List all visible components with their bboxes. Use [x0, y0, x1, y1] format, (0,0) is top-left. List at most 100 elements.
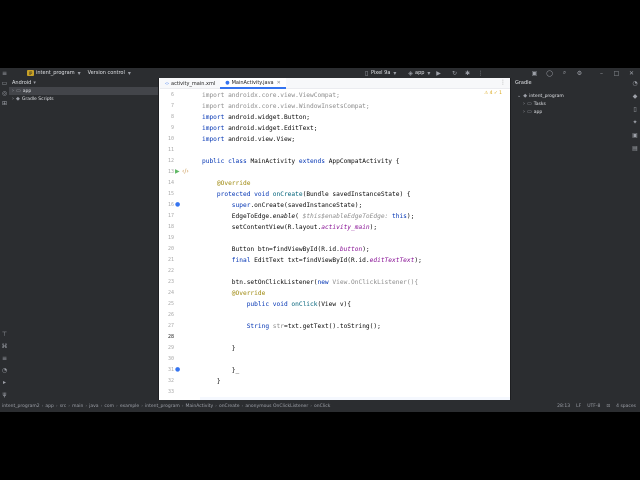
gradle-tree-app[interactable]: › ▭ app [511, 108, 630, 116]
code-line[interactable]: import androidx.core.view.WindowInsetsCo… [202, 101, 370, 112]
code-line[interactable]: } [202, 343, 236, 354]
terminal-icon[interactable]: ⊤ [1, 331, 8, 338]
code-line[interactable]: } [202, 376, 221, 387]
line-number: 32 [167, 378, 174, 384]
problems-icon[interactable]: ◔ [1, 367, 8, 374]
breadcrumb-item[interactable]: intent_program2 [2, 404, 40, 409]
breadcrumb-separator: › [41, 403, 44, 409]
code-line[interactable]: @Override [202, 288, 266, 299]
code-line[interactable]: public void onClick(View v){ [202, 299, 351, 310]
breadcrumb-item[interactable]: onClick [314, 404, 330, 409]
indent-setting[interactable]: 4 spaces [616, 404, 636, 409]
code-line[interactable]: import android.widget.Button; [202, 112, 310, 123]
breadcrumb-item[interactable]: java [89, 404, 98, 409]
debug-icon[interactable]: ✱ [463, 70, 472, 77]
code-editor[interactable]: 6 7 8 9 10 11 12 13 14 15 16 17 18 19 20 21 22 23 24 25 26 27… [160, 89, 510, 412]
line-number: 7 [170, 103, 174, 109]
tab-mainactivity-java[interactable]: ● MainActivity.java ✕ [220, 78, 286, 89]
line-number: 22 [167, 268, 174, 274]
commit-icon[interactable]: ◎ [1, 90, 8, 97]
code-line[interactable]: setContentView(R.layout.activity_main); [202, 222, 377, 233]
code-line[interactable]: import android.view.View; [202, 134, 295, 145]
lock-icon[interactable]: ⊡ [606, 404, 610, 409]
module-icon: ▭ [527, 109, 532, 115]
code-line[interactable]: super.onCreate(savedInstanceState); [202, 200, 362, 211]
override-gutter-icon[interactable]: ● [175, 364, 180, 375]
chevron-down-icon: ▾ [127, 69, 131, 77]
device-manager-icon[interactable]: ▯ [631, 106, 639, 114]
breadcrumb-item[interactable]: main [72, 404, 83, 409]
breadcrumb-item[interactable]: onCreate [219, 404, 240, 409]
apply-changes-icon[interactable]: ↻ [450, 70, 459, 77]
gradle-tree-project[interactable]: ⌄ ◆ intent_program [511, 92, 630, 100]
project-selector[interactable]: IP intent_program ▾ [27, 68, 84, 78]
breadcrumb-item[interactable]: MainActivity [186, 404, 214, 409]
inspection-warnings[interactable]: ⚠ 4 ✓ 1 [484, 91, 502, 96]
breadcrumb-item[interactable]: src [60, 404, 67, 409]
more-icon[interactable]: ⋮ [500, 79, 506, 86]
code-line[interactable]: Button btn=findViewById(R.id.button); [202, 244, 370, 255]
build-icon[interactable]: ⌘ [1, 343, 8, 350]
breadcrumb-item[interactable]: app [45, 404, 53, 409]
search-icon[interactable]: ⌕ [560, 69, 569, 77]
device-selector[interactable]: ▯ Pixel 9a ▾ [362, 68, 399, 78]
breadcrumb-item[interactable]: example [120, 404, 139, 409]
gemini-icon[interactable]: ✦ [631, 119, 639, 127]
running-devices-icon[interactable]: ▣ [631, 132, 639, 140]
code-line[interactable]: protected void onCreate(Bundle savedInst… [202, 189, 411, 200]
project-panel-header[interactable]: Android ▾ [9, 78, 158, 87]
run-config-label: app [415, 70, 425, 76]
run-panel-icon[interactable]: ▸ [1, 379, 8, 386]
gradle-tree-tasks[interactable]: › ▭ Tasks [511, 100, 630, 108]
breadcrumb-item[interactable]: intent_program [145, 404, 180, 409]
breadcrumb-separator: › [55, 403, 58, 409]
close-icon[interactable]: ✕ [627, 70, 636, 77]
run-icon[interactable]: ▶ [434, 70, 443, 77]
account-icon[interactable]: ◯ [545, 70, 554, 77]
line-number: 12 [167, 158, 174, 164]
notifications-icon[interactable]: ◔ [631, 80, 639, 88]
code-line[interactable]: String str=txt.getText().toString(); [202, 321, 381, 332]
line-number: 14 [167, 180, 174, 186]
folder-icon[interactable]: ▭ [1, 80, 8, 87]
class-gutter-icon[interactable]: ‹/› [182, 166, 189, 177]
git-icon[interactable]: ψ [1, 391, 8, 398]
code-line[interactable]: btn.setOnClickListener(new View.OnClickL… [202, 277, 418, 288]
device-manager-icon[interactable]: ▣ [530, 70, 539, 77]
device-explorer-icon[interactable]: ▤ [631, 145, 639, 153]
code-line[interactable]: final EditText txt=findViewById(R.id.edi… [202, 255, 422, 266]
code-line[interactable]: @Override [202, 178, 251, 189]
breadcrumb-item[interactable]: anonymous OnClickListener [245, 404, 308, 409]
more-icon[interactable]: ⋮ [476, 70, 485, 77]
tree-item-app[interactable]: › ▭ app [9, 87, 158, 95]
minimize-icon[interactable]: – [597, 70, 606, 77]
maximize-icon[interactable]: □ [612, 70, 621, 77]
line-separator[interactable]: LF [576, 404, 581, 409]
override-gutter-icon[interactable]: ● [175, 199, 180, 210]
line-number: 23 [167, 279, 174, 285]
logcat-icon[interactable]: ≡ [1, 355, 8, 362]
vcs-label: Version control [87, 70, 125, 76]
tree-item-label: app [22, 88, 32, 94]
close-tab-icon[interactable]: ✕ [277, 80, 281, 86]
gradle-icon[interactable]: ◆ [631, 93, 639, 101]
code-line[interactable]: EdgeToEdge.enable( $this$enableEdgeToEdg… [202, 211, 415, 222]
tree-item-gradle-scripts[interactable]: › ◆ Gradle Scripts [9, 95, 158, 103]
tab-activity-main-xml[interactable]: ‹› activity_main.xml [160, 78, 220, 89]
main-menu-icon[interactable]: ≡ [0, 70, 9, 77]
code-line[interactable]: public class MainActivity extends AppCom… [202, 156, 399, 167]
tab-label: activity_main.xml [171, 80, 216, 87]
code-line[interactable]: }_ [202, 365, 239, 376]
code-line[interactable]: import android.widget.EditText; [202, 123, 317, 134]
vcs-selector[interactable]: Version control ▾ [88, 68, 134, 78]
settings-icon[interactable]: ⚙ [575, 70, 584, 77]
breadcrumb-item[interactable]: com [104, 404, 114, 409]
run-config-selector[interactable]: ◈ app ▾ [406, 68, 433, 78]
run-gutter-icon[interactable]: ▶ [175, 166, 180, 177]
project-panel: Android ▾ › ▭ app › ◆ Gradle Scripts [9, 78, 159, 400]
ide-window: ≡ IP intent_program ▾ Version control ▾ … [0, 68, 640, 412]
caret-position[interactable]: 28:13 [557, 404, 570, 409]
code-line[interactable]: import androidx.core.view.ViewCompat; [202, 90, 340, 101]
structure-icon[interactable]: ⊞ [1, 100, 8, 107]
file-encoding[interactable]: UTF-8 [587, 404, 600, 409]
